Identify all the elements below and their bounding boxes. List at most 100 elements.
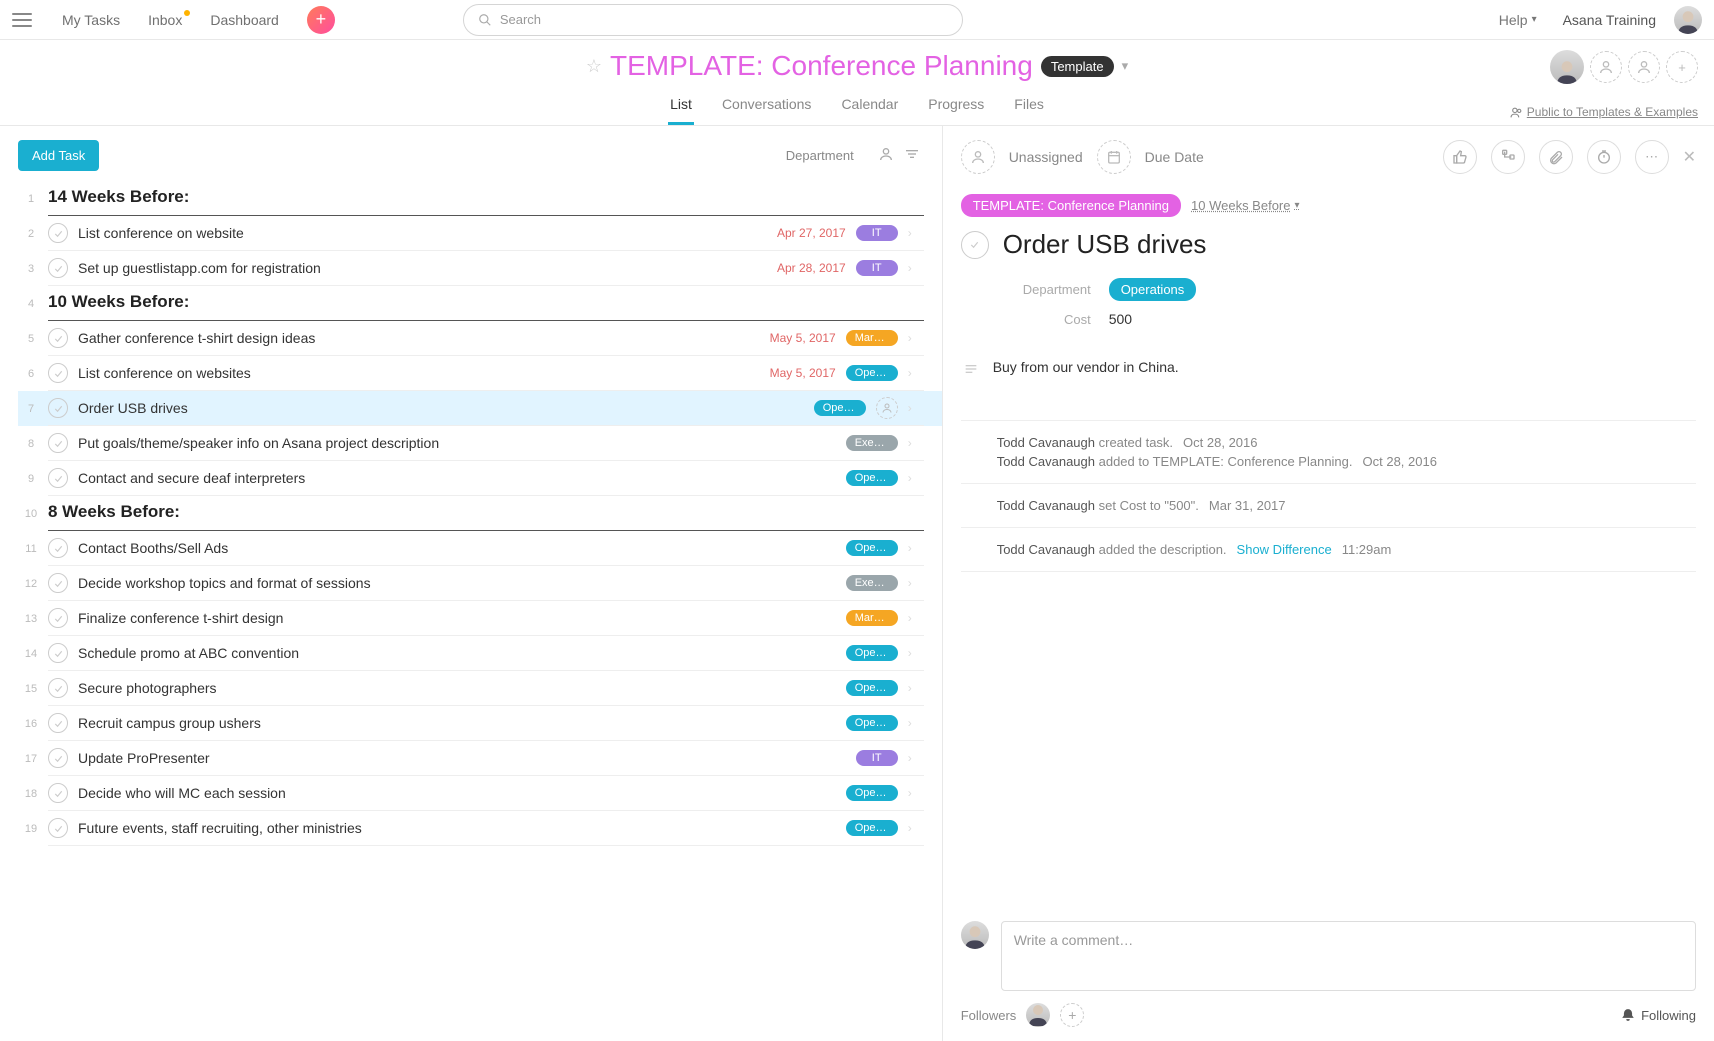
project-dropdown-icon[interactable]: ▾ <box>1122 58 1129 74</box>
project-title[interactable]: TEMPLATE: Conference Planning <box>610 50 1033 82</box>
section-row[interactable]: 108 Weeks Before: <box>18 496 942 531</box>
task-row[interactable]: 19Future events, staff recruiting, other… <box>18 811 942 846</box>
add-member-button[interactable]: + <box>1666 51 1698 83</box>
section-title[interactable]: 8 Weeks Before: <box>48 502 180 522</box>
task-tag[interactable]: Oper… <box>846 365 898 381</box>
member-placeholder[interactable] <box>1628 51 1660 83</box>
assignee-placeholder[interactable] <box>876 397 898 419</box>
search-input[interactable]: Search <box>463 4 963 36</box>
complete-checkbox[interactable] <box>48 783 68 803</box>
task-tag[interactable]: IT <box>856 260 898 276</box>
task-tag[interactable]: Oper… <box>846 785 898 801</box>
add-follower-button[interactable]: + <box>1060 1003 1084 1027</box>
close-detail-button[interactable]: ✕ <box>1683 147 1696 167</box>
task-row[interactable]: 14Schedule promo at ABC conventionOper…› <box>18 636 942 671</box>
person-filter-icon[interactable] <box>878 146 894 165</box>
task-name[interactable]: Future events, staff recruiting, other m… <box>78 820 836 836</box>
task-row[interactable]: 11Contact Booths/Sell AdsOper…› <box>18 531 942 566</box>
complete-checkbox[interactable] <box>48 398 68 418</box>
task-name[interactable]: Order USB drives <box>78 400 804 416</box>
task-name[interactable]: Update ProPresenter <box>78 750 846 766</box>
add-task-button[interactable]: Add Task <box>18 140 99 171</box>
tab-progress[interactable]: Progress <box>926 90 986 125</box>
complete-checkbox[interactable] <box>48 328 68 348</box>
section-title[interactable]: 14 Weeks Before: <box>48 187 189 207</box>
task-row[interactable]: 2List conference on websiteApr 27, 2017I… <box>18 216 942 251</box>
section-title[interactable]: 10 Weeks Before: <box>48 292 189 312</box>
task-row[interactable]: 12Decide workshop topics and format of s… <box>18 566 942 601</box>
task-row[interactable]: 7Order USB drivesOper…› <box>18 391 942 426</box>
assignee-button[interactable] <box>961 140 995 174</box>
project-privacy-link[interactable]: Public to Templates & Examples <box>1510 105 1698 119</box>
task-row[interactable]: 16Recruit campus group ushersOper…› <box>18 706 942 741</box>
task-row[interactable]: 15Secure photographersOper…› <box>18 671 942 706</box>
section-link[interactable]: 10 Weeks Before ▾ <box>1191 198 1300 213</box>
complete-checkbox[interactable] <box>48 468 68 488</box>
task-name[interactable]: Gather conference t-shirt design ideas <box>78 330 760 346</box>
task-row[interactable]: 3Set up guestlistapp.com for registratio… <box>18 251 942 286</box>
task-name[interactable]: Schedule promo at ABC convention <box>78 645 836 661</box>
task-row[interactable]: 13Finalize conference t-shirt designMark… <box>18 601 942 636</box>
field-value-department[interactable]: Operations <box>1109 278 1197 301</box>
task-row[interactable]: 9Contact and secure deaf interpretersOpe… <box>18 461 942 496</box>
task-name[interactable]: Decide workshop topics and format of ses… <box>78 575 836 591</box>
complete-checkbox[interactable] <box>48 643 68 663</box>
like-button[interactable] <box>1443 140 1477 174</box>
task-name[interactable]: Decide who will MC each session <box>78 785 836 801</box>
project-pill[interactable]: TEMPLATE: Conference Planning <box>961 194 1181 217</box>
task-tag[interactable]: Oper… <box>846 680 898 696</box>
task-tag[interactable]: Oper… <box>846 540 898 556</box>
comment-input[interactable]: Write a comment… <box>1001 921 1696 991</box>
section-row[interactable]: 114 Weeks Before: <box>18 181 942 216</box>
subtask-button[interactable] <box>1491 140 1525 174</box>
task-tag[interactable]: Mark… <box>846 610 898 626</box>
more-actions-button[interactable]: ⋯ <box>1635 140 1669 174</box>
attachment-button[interactable] <box>1539 140 1573 174</box>
field-value-cost[interactable]: 500 <box>1109 311 1132 327</box>
complete-checkbox[interactable] <box>48 678 68 698</box>
tab-conversations[interactable]: Conversations <box>720 90 814 125</box>
show-difference-link[interactable]: Show Difference <box>1237 542 1332 557</box>
task-row[interactable]: 6List conference on websitesMay 5, 2017O… <box>18 356 942 391</box>
task-list[interactable]: 114 Weeks Before:2List conference on web… <box>18 181 942 1041</box>
task-tag[interactable]: Oper… <box>846 470 898 486</box>
task-name[interactable]: Contact and secure deaf interpreters <box>78 470 836 486</box>
filter-icon[interactable] <box>904 146 920 165</box>
nav-my-tasks[interactable]: My Tasks <box>52 12 130 28</box>
task-name[interactable]: Secure photographers <box>78 680 836 696</box>
help-link[interactable]: Help▾ <box>1499 12 1537 28</box>
task-row[interactable]: 8Put goals/theme/speaker info on Asana p… <box>18 426 942 461</box>
complete-checkbox[interactable] <box>48 713 68 733</box>
task-name[interactable]: Contact Booths/Sell Ads <box>78 540 836 556</box>
task-description[interactable]: Buy from our vendor in China. <box>993 359 1179 380</box>
nav-dashboard[interactable]: Dashboard <box>200 12 289 28</box>
timer-button[interactable] <box>1587 140 1621 174</box>
member-placeholder[interactable] <box>1590 51 1622 83</box>
user-avatar[interactable] <box>1674 6 1702 34</box>
complete-checkbox[interactable] <box>48 223 68 243</box>
complete-checkbox[interactable] <box>48 363 68 383</box>
menu-icon[interactable] <box>12 13 32 27</box>
complete-checkbox[interactable] <box>48 258 68 278</box>
task-tag[interactable]: IT <box>856 225 898 241</box>
star-icon[interactable]: ☆ <box>586 56 602 77</box>
complete-checkbox[interactable] <box>48 818 68 838</box>
member-avatar[interactable] <box>1550 50 1584 84</box>
task-name[interactable]: Recruit campus group ushers <box>78 715 836 731</box>
task-name[interactable]: List conference on website <box>78 225 767 241</box>
complete-checkbox[interactable] <box>48 538 68 558</box>
task-tag[interactable]: Oper… <box>814 400 866 416</box>
tab-files[interactable]: Files <box>1012 90 1046 125</box>
task-tag[interactable]: IT <box>856 750 898 766</box>
tab-list[interactable]: List <box>668 90 694 125</box>
task-tag[interactable]: Oper… <box>846 820 898 836</box>
following-toggle[interactable]: Following <box>1621 1008 1696 1023</box>
task-tag[interactable]: Oper… <box>846 715 898 731</box>
due-date-label[interactable]: Due Date <box>1145 149 1204 165</box>
task-tag[interactable]: Mark… <box>846 330 898 346</box>
complete-task-button[interactable] <box>961 231 989 259</box>
complete-checkbox[interactable] <box>48 433 68 453</box>
complete-checkbox[interactable] <box>48 748 68 768</box>
tab-calendar[interactable]: Calendar <box>839 90 900 125</box>
section-row[interactable]: 410 Weeks Before: <box>18 286 942 321</box>
